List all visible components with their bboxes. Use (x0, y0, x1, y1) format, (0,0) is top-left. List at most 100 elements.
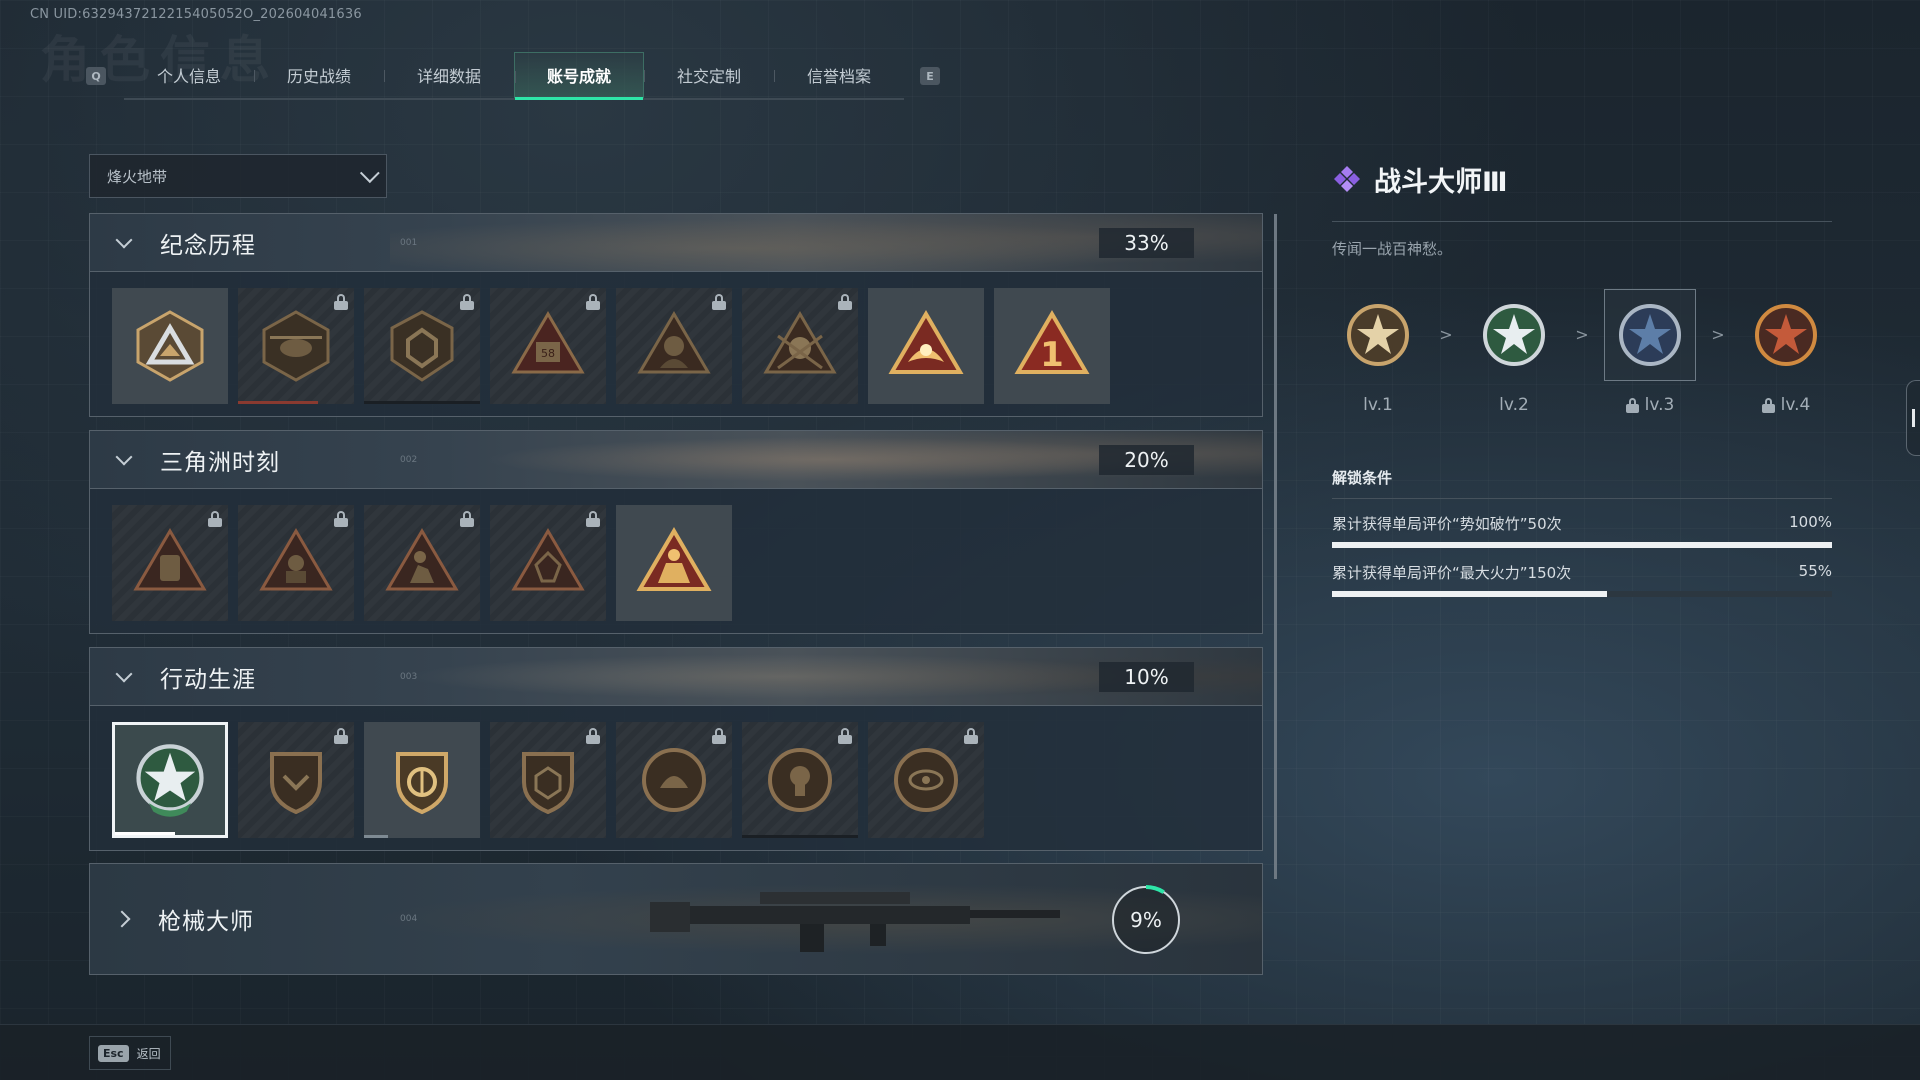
condition-percent: 55% (1798, 562, 1832, 580)
back-button[interactable]: Esc 返回 (89, 1036, 171, 1070)
chevron-down-icon (359, 163, 380, 184)
condition-item: 累计获得单局评价“势如破竹”50次 100% (1332, 513, 1832, 548)
tab-match-history[interactable]: 历史战绩 (254, 52, 384, 98)
section-percent: 20% (1099, 444, 1194, 475)
next-tab-key[interactable]: E (920, 67, 940, 85)
level-3-badge (1604, 289, 1696, 381)
medal-squad[interactable] (238, 505, 354, 621)
level-1[interactable]: lv.1 (1332, 289, 1424, 415)
medal-hooded-figure[interactable] (616, 288, 732, 404)
tab-achievements[interactable]: 账号成就 (514, 52, 644, 100)
achievement-section-weapon-master[interactable]: 枪械大师 004 9% (89, 863, 1263, 975)
esc-key-icon: Esc (98, 1044, 129, 1062)
medal-dice-shield[interactable] (490, 722, 606, 838)
lock-icon (586, 294, 600, 310)
footer-bar: Esc 返回 (0, 1024, 1920, 1080)
tab-social-custom[interactable]: 社交定制 (644, 52, 774, 98)
medal-shield-crest[interactable] (364, 288, 480, 404)
diamond-rank-icon (1334, 165, 1360, 192)
medal-shell-round[interactable] (616, 722, 732, 838)
wreath-icon (511, 528, 585, 591)
list-scrollbar[interactable] (1274, 214, 1277, 879)
detail-description: 传闻一战百神愁。 (1332, 240, 1453, 258)
skull-round-icon (768, 748, 832, 812)
section-title: 三角洲时刻 (160, 449, 280, 476)
lock-icon (838, 294, 852, 310)
level-arrow: > (1575, 325, 1589, 344)
section-code: 004 (400, 914, 418, 924)
golden-wreath-icon (888, 310, 964, 374)
medal-vehicle-58[interactable]: 58 (490, 288, 606, 404)
section-percent: 33% (1099, 227, 1194, 258)
hooded-figure-icon (637, 311, 711, 374)
medal-golden-wreath[interactable] (868, 288, 984, 404)
level-4-badge (1740, 289, 1832, 381)
shell-round-icon (642, 748, 706, 812)
medal-eye-round[interactable] (868, 722, 984, 838)
triangle-peak-icon (136, 310, 204, 382)
medal-combat-master[interactable] (112, 722, 228, 838)
section-title: 行动生涯 (160, 666, 256, 693)
back-label: 返回 (136, 1046, 161, 1061)
side-panel-handle[interactable] (1906, 380, 1920, 456)
detail-header: 战斗大师Ⅲ (1332, 160, 1832, 222)
lock-icon (208, 511, 222, 527)
mode-select-value: 烽火地带 (107, 167, 168, 186)
lock-icon (334, 294, 348, 310)
helicopter-icon (262, 310, 330, 382)
medal-number-one[interactable]: 1 (994, 288, 1110, 404)
ribbon-shield-icon (270, 752, 322, 815)
unlock-conditions-title: 解锁条件 (1332, 467, 1832, 499)
lock-icon (460, 294, 474, 310)
star-medal-icon (1755, 304, 1817, 366)
tab-detailed-stats[interactable]: 详细数据 (384, 52, 514, 98)
medal-backpack[interactable] (112, 505, 228, 621)
medal-kneeling-soldier[interactable] (364, 505, 480, 621)
section-header[interactable]: 行动生涯 003 10% (90, 648, 1262, 706)
level-track: lv.1 > lv.2 > lv.3 > lv.4 (1332, 289, 1832, 415)
medal-row (90, 706, 1262, 850)
medal-skull-round[interactable] (742, 722, 858, 838)
medal-helicopter[interactable] (238, 288, 354, 404)
medal-triangle-peak[interactable] (112, 288, 228, 404)
chevron-right-icon (113, 910, 131, 928)
level-label: lv.4 (1780, 395, 1811, 415)
achievement-section-operation-career: 行动生涯 003 10% (89, 647, 1263, 851)
medal-wreath[interactable] (490, 505, 606, 621)
number-one-icon: 1 (1014, 310, 1090, 375)
section-code: 003 (400, 671, 418, 682)
level-4[interactable]: lv.4 (1740, 289, 1832, 415)
condition-text: 累计获得单局评价“势如破竹”50次 (1332, 515, 1562, 533)
lock-icon (964, 728, 978, 744)
level-3[interactable]: lv.3 (1604, 289, 1696, 415)
medal-crossed-arrows-shield[interactable] (364, 722, 480, 838)
section-percent: 10% (1099, 661, 1194, 692)
level-2-badge (1468, 289, 1560, 381)
condition-progress-fill (1332, 542, 1832, 548)
tab-personal-info[interactable]: 个人信息 (124, 52, 254, 98)
medal-skull-soldier[interactable] (742, 288, 858, 404)
medal-row: 58 1 (90, 272, 1262, 416)
prev-tab-key[interactable]: Q (86, 67, 106, 85)
section-header[interactable]: 三角洲时刻 002 20% (90, 431, 1262, 489)
mode-select[interactable]: 烽火地带 (89, 154, 387, 198)
section-percent: 9% (1130, 908, 1162, 932)
lock-icon (586, 511, 600, 527)
level-2[interactable]: lv.2 (1468, 289, 1560, 415)
achievement-section-delta-moments: 三角洲时刻 002 20% (89, 430, 1263, 634)
medal-ribbon-shield[interactable] (238, 722, 354, 838)
tab-reputation[interactable]: 信誉档案 (774, 52, 904, 98)
scrollbar-thumb[interactable] (1274, 214, 1277, 879)
medal-victory-soldiers[interactable] (616, 505, 732, 621)
lock-icon (1625, 397, 1639, 413)
condition-progress-fill (1332, 591, 1607, 597)
svg-text:1: 1 (1040, 335, 1064, 375)
lock-icon (712, 728, 726, 744)
skull-soldier-icon (763, 311, 837, 374)
chevron-down-icon (115, 231, 133, 248)
level-1-badge (1332, 289, 1424, 381)
condition-percent: 100% (1789, 513, 1832, 531)
section-header[interactable]: 纪念历程 001 33% (90, 214, 1262, 272)
level-label: lv.1 (1363, 395, 1393, 415)
victory-soldiers-icon (636, 527, 712, 591)
